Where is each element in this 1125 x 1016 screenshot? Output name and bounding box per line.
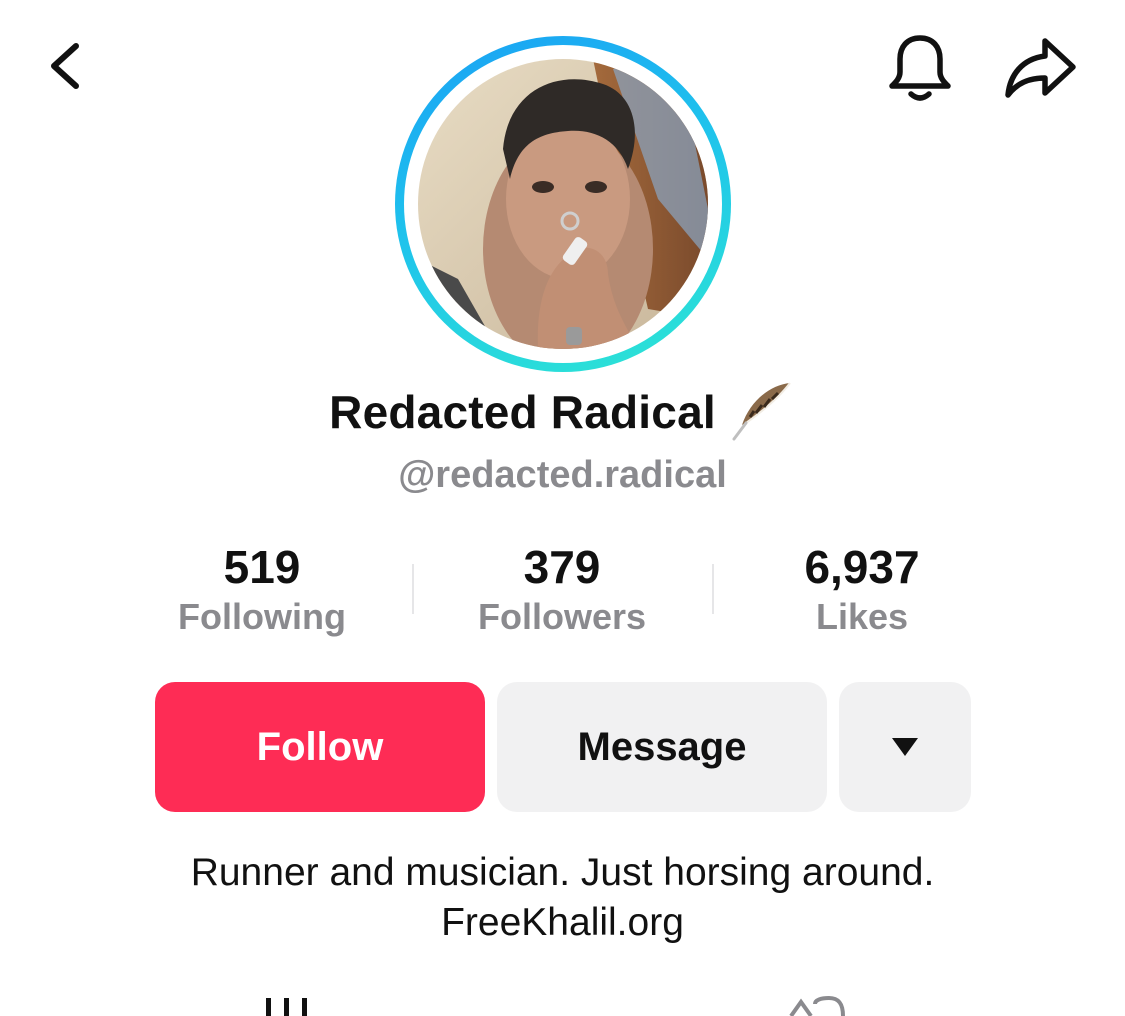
caret-down-icon xyxy=(892,738,918,756)
notifications-button[interactable] xyxy=(880,28,960,108)
back-button[interactable] xyxy=(30,30,102,102)
tab-videos[interactable] xyxy=(262,996,312,1016)
message-button[interactable]: Message xyxy=(497,682,827,812)
suggested-accounts-button[interactable] xyxy=(839,682,971,812)
feather-icon xyxy=(732,382,791,441)
username: @redacted.radical xyxy=(398,454,727,496)
bell-icon xyxy=(889,35,951,101)
display-name: Redacted Radical xyxy=(329,386,716,438)
stat-value: 6,937 xyxy=(804,541,920,593)
stat-followers[interactable]: 379 Followers xyxy=(412,540,712,640)
stat-label: Followers xyxy=(477,596,647,637)
avatar xyxy=(418,59,708,349)
message-button-label: Message xyxy=(577,724,747,769)
follow-button-label: Follow xyxy=(256,724,384,769)
follow-button[interactable]: Follow xyxy=(155,682,485,812)
stat-divider xyxy=(712,564,714,614)
share-button[interactable] xyxy=(998,28,1082,108)
stat-divider xyxy=(412,564,414,614)
profile-stats: 519 Following 379 Followers 6,937 Likes xyxy=(112,540,1012,640)
display-name-row: Redacted Radical xyxy=(0,380,1125,444)
bio: Runner and musician. Just horsing around… xyxy=(0,848,1125,948)
stat-value: 519 xyxy=(223,541,301,593)
avatar-gap xyxy=(404,45,722,363)
stat-label: Following xyxy=(178,596,346,637)
stat-following[interactable]: 519 Following xyxy=(112,540,412,640)
chevron-left-icon xyxy=(51,43,79,89)
stat-label: Likes xyxy=(815,596,909,637)
avatar-ring[interactable] xyxy=(395,36,731,372)
stat-likes[interactable]: 6,937 Likes xyxy=(712,540,1012,640)
share-arrow-icon xyxy=(1005,38,1076,98)
stat-value: 379 xyxy=(523,541,601,593)
avatar-photo xyxy=(418,59,708,349)
profile-page: Redacted Radical @redacted.radical 519 F… xyxy=(0,0,1125,1016)
tab-reposts[interactable] xyxy=(785,995,845,1016)
repost-icon xyxy=(789,995,845,1016)
bio-link[interactable]: FreeKhalil.org xyxy=(0,898,1125,948)
grid-icon xyxy=(266,998,307,1016)
bio-text: Runner and musician. Just horsing around… xyxy=(190,851,935,894)
